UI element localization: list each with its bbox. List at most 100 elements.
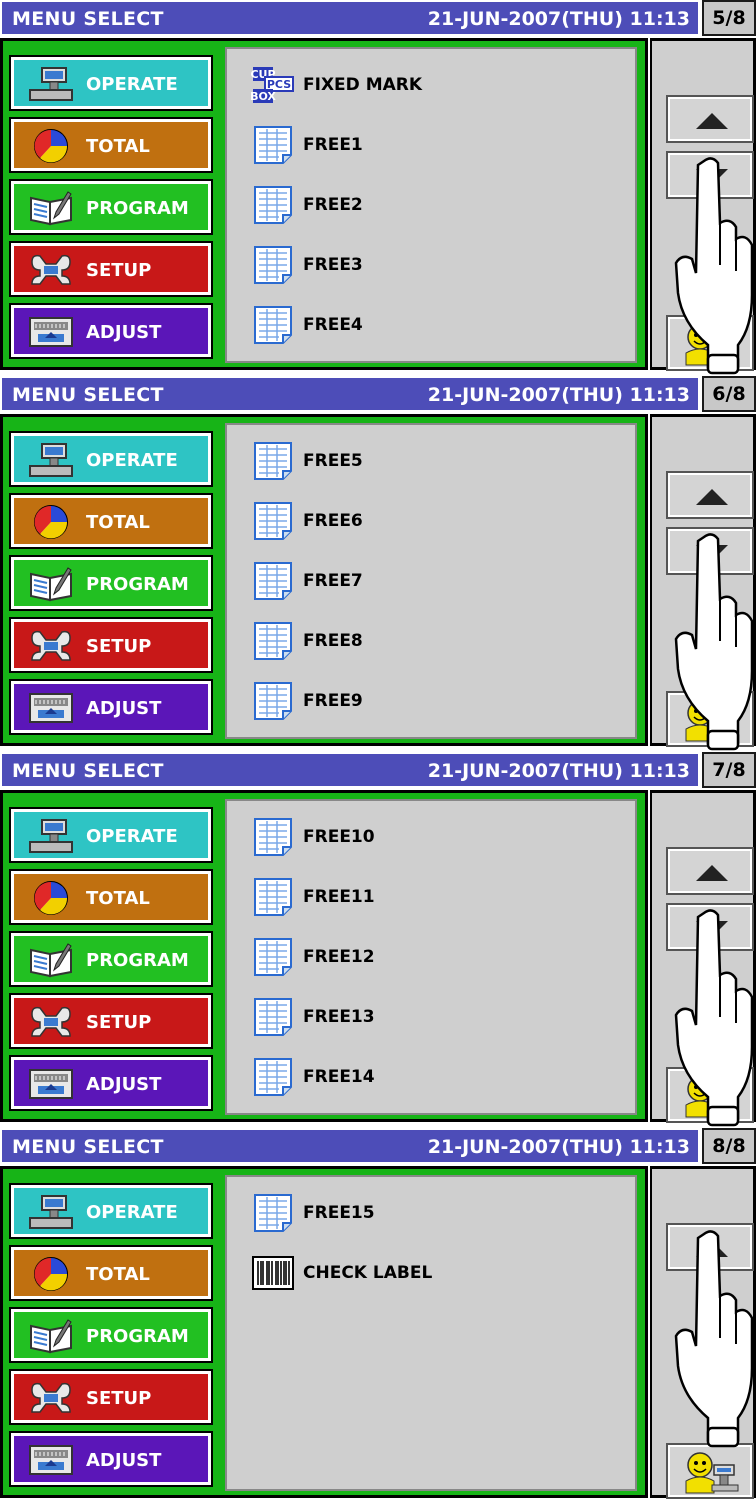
title-bar: MENU SELECT 21-JUN-2007(THU) 11:13 7/8: [0, 752, 756, 788]
list-item-free[interactable]: FREE5: [251, 439, 621, 483]
title-bar: MENU SELECT 21-JUN-2007(THU) 11:13 5/8: [0, 0, 756, 36]
item-label: FREE15: [303, 1203, 375, 1223]
down-arrow-icon: [696, 921, 728, 937]
operator-button[interactable]: [666, 691, 754, 747]
setup-button[interactable]: SETUP: [9, 1369, 213, 1425]
list-item-fixed-mark[interactable]: CUP PCS BOX FIXED MARK: [251, 63, 621, 107]
setup-label: SETUP: [86, 636, 152, 657]
program-label: PROGRAM: [86, 198, 189, 219]
list-item-free[interactable]: FREE13: [251, 995, 621, 1039]
up-arrow-icon: [696, 489, 728, 505]
page-indicator: 5/8: [702, 0, 756, 36]
total-button[interactable]: TOTAL: [9, 1245, 213, 1301]
scale-icon: [29, 67, 73, 101]
item-label: FREE14: [303, 1067, 375, 1087]
menu-body: OPERATE TOTAL PROGRAM SETUP ADJUST FREE5…: [0, 414, 648, 746]
title-text: MENU SELECT: [12, 1136, 164, 1158]
adjust-button[interactable]: ADJUST: [9, 303, 213, 359]
adjust-keyboard-icon: [29, 1445, 73, 1475]
document-icon: [254, 1058, 292, 1096]
wrench-icon: [31, 1382, 71, 1413]
item-list: FREE10 FREE11 FREE12 FREE13 FREE14: [225, 799, 637, 1115]
total-button[interactable]: TOTAL: [9, 493, 213, 549]
program-button[interactable]: PROGRAM: [9, 179, 213, 235]
total-button[interactable]: TOTAL: [9, 117, 213, 173]
operator-button[interactable]: [666, 1067, 754, 1123]
book-pen-icon: [30, 567, 72, 602]
list-item-free[interactable]: FREE2: [251, 183, 621, 227]
scroll-up-button[interactable]: [666, 95, 754, 143]
scroll-up-button[interactable]: [666, 847, 754, 895]
item-label: FREE2: [303, 195, 363, 215]
document-icon: [254, 1194, 292, 1232]
adjust-keyboard-icon: [29, 693, 73, 723]
list-item-free[interactable]: FREE4: [251, 303, 621, 347]
scroll-up-button[interactable]: [666, 471, 754, 519]
item-label: FREE9: [303, 691, 363, 711]
list-item-free[interactable]: FREE6: [251, 499, 621, 543]
list-item-free[interactable]: FREE1: [251, 123, 621, 167]
setup-button[interactable]: SETUP: [9, 617, 213, 673]
scale-icon: [29, 1195, 73, 1229]
adjust-label: ADJUST: [86, 698, 162, 719]
list-item-free[interactable]: FREE11: [251, 875, 621, 919]
list-item-free[interactable]: FREE9: [251, 679, 621, 723]
setup-button[interactable]: SETUP: [9, 241, 213, 297]
setup-label: SETUP: [86, 260, 152, 281]
operate-button[interactable]: OPERATE: [9, 55, 213, 111]
document-icon: [254, 246, 292, 284]
adjust-label: ADJUST: [86, 1450, 162, 1471]
list-item-free[interactable]: FREE14: [251, 1055, 621, 1099]
document-icon: [254, 126, 292, 164]
scroll-down-button[interactable]: [666, 903, 754, 951]
scroll-down-button[interactable]: [666, 527, 754, 575]
item-label: FREE3: [303, 255, 363, 275]
program-button[interactable]: PROGRAM: [9, 931, 213, 987]
page-indicator: 6/8: [702, 376, 756, 412]
operate-label: OPERATE: [86, 450, 178, 471]
wrench-icon: [31, 254, 71, 285]
item-label: FREE7: [303, 571, 363, 591]
list-item-free[interactable]: FREE3: [251, 243, 621, 287]
barcode-icon: [252, 1256, 294, 1290]
operate-label: OPERATE: [86, 74, 178, 95]
list-item-free[interactable]: FREE12: [251, 935, 621, 979]
list-item-free[interactable]: FREE15: [251, 1191, 621, 1235]
pie-chart-icon: [34, 505, 68, 539]
list-item-free[interactable]: FREE7: [251, 559, 621, 603]
program-label: PROGRAM: [86, 574, 189, 595]
list-item-free[interactable]: FREE8: [251, 619, 621, 663]
program-button[interactable]: PROGRAM: [9, 1307, 213, 1363]
operate-button[interactable]: OPERATE: [9, 807, 213, 863]
scroll-down-button[interactable]: [666, 151, 754, 199]
adjust-button[interactable]: ADJUST: [9, 1055, 213, 1111]
scroll-up-button[interactable]: [666, 1223, 754, 1271]
adjust-button[interactable]: ADJUST: [9, 1431, 213, 1487]
document-icon: [254, 622, 292, 660]
operator-button[interactable]: [666, 315, 754, 371]
item-label: FIXED MARK: [303, 75, 423, 95]
adjust-button[interactable]: ADJUST: [9, 679, 213, 735]
program-button[interactable]: PROGRAM: [9, 555, 213, 611]
document-icon: [254, 562, 292, 600]
datetime-text: 21-JUN-2007(THU) 11:13: [427, 384, 690, 406]
total-button[interactable]: TOTAL: [9, 869, 213, 925]
setup-button[interactable]: SETUP: [9, 993, 213, 1049]
menu-body: OPERATE TOTAL PROGRAM SETUP ADJUST FREE1…: [0, 1166, 648, 1498]
wrench-icon: [31, 1006, 71, 1037]
datetime-text: 21-JUN-2007(THU) 11:13: [427, 760, 690, 782]
adjust-keyboard-icon: [29, 317, 73, 347]
wrench-icon: [31, 630, 71, 661]
title-panel: MENU SELECT 21-JUN-2007(THU) 11:13: [0, 1128, 700, 1164]
operate-button[interactable]: OPERATE: [9, 1183, 213, 1239]
operate-button[interactable]: OPERATE: [9, 431, 213, 487]
title-panel: MENU SELECT 21-JUN-2007(THU) 11:13: [0, 752, 700, 788]
list-item-free[interactable]: FREE10: [251, 815, 621, 859]
up-arrow-icon: [696, 1241, 728, 1257]
list-item-check-label[interactable]: CHECK LABEL: [251, 1251, 621, 1295]
item-label: FREE8: [303, 631, 363, 651]
down-arrow-icon: [696, 545, 728, 561]
right-panel: [650, 414, 756, 747]
item-label: FREE1: [303, 135, 363, 155]
operator-button[interactable]: [666, 1443, 754, 1499]
